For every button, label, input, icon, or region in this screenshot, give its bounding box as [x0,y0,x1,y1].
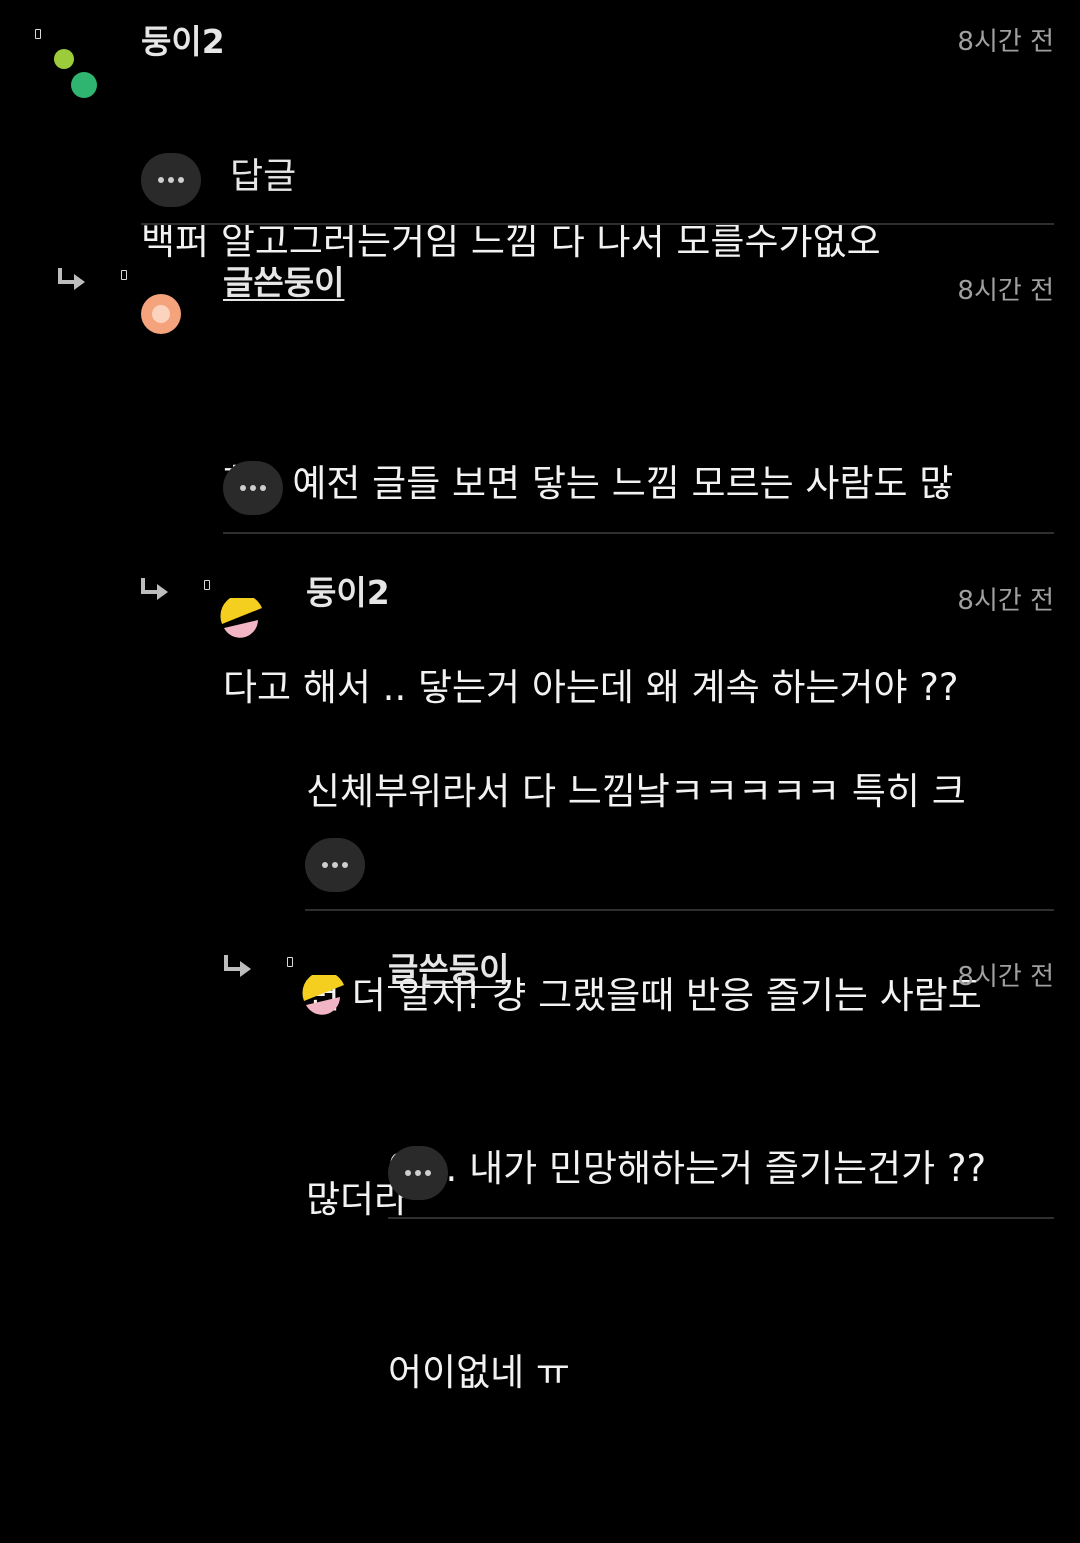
comment-nickname[interactable]: 글쓴둥이 [223,263,344,303]
avatar-orange-circle[interactable] [137,290,187,340]
avatar-yellow-pink[interactable] [218,598,268,648]
comment-time: 8시간 전 [957,962,1054,992]
more-icon [405,1170,411,1176]
more-icon [240,485,246,491]
comment-nickname[interactable]: 둥이2 [141,22,225,62]
divider [141,223,1054,225]
divider [388,1217,1054,1219]
reply-arrow-icon [141,578,168,600]
more-options-button[interactable] [141,153,201,207]
comment-nickname[interactable]: 글쓴둥이 [388,950,509,990]
pin-icon [204,580,210,590]
more-options-button[interactable] [305,838,365,892]
avatar-yellow-pink[interactable] [300,975,350,1025]
comment-line: 아 .. 내가 민망해하는거 즐기는건가 ?? [388,1147,987,1190]
comment-line: 헐 . 예전 글들 보면 닿는 느낌 모르는 사람도 많 [223,462,954,505]
reply-arrow-icon [224,955,251,977]
comment-time: 8시간 전 [957,27,1054,57]
more-icon [158,177,164,183]
divider [223,532,1054,534]
comment-line: 어이없네 ㅠ [388,1351,570,1394]
pin-icon [121,270,127,280]
comment-time: 8시간 전 [957,586,1054,616]
more-icon [322,862,328,868]
pin-icon [287,957,293,967]
avatar-green-dots[interactable] [50,48,100,98]
reply-button[interactable]: 답글 [230,155,296,199]
pin-icon [35,29,41,39]
comment-body: 아 .. 내가 민망해하는거 즐기는건가 ?? 어이없네 ㅠ [388,999,1054,1543]
comment-line: 신체부위라서 다 느낌낰ㅋㅋㅋㅋㅋ 특히 크 [306,770,966,813]
comment-nickname[interactable]: 둥이2 [306,573,390,613]
comment-time: 8시간 전 [957,276,1054,306]
more-options-button[interactable] [388,1146,448,1200]
more-options-button[interactable] [223,461,283,515]
divider [305,909,1054,911]
reply-arrow-icon [58,268,85,290]
